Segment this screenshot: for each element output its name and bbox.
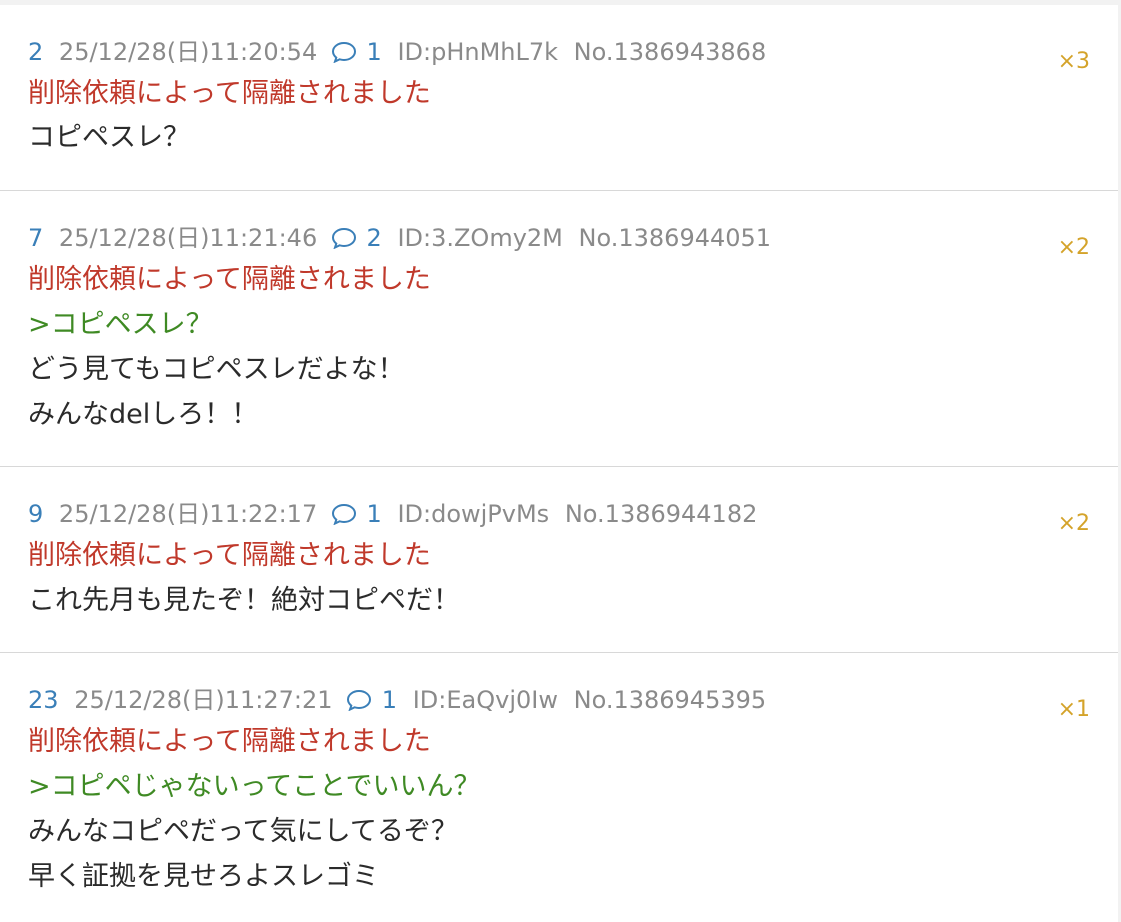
quote-count-badge[interactable]: ×1 [1058,695,1090,725]
quote-count-badge[interactable]: ×3 [1058,47,1090,77]
post-text-line: 早く証拠を見せろよスレゴミ [28,861,379,892]
post-number[interactable]: 23 [28,686,59,714]
reply-count[interactable]: 1 [367,500,382,528]
post-text-line: これ先月も見たぞ！絶対コピペだ！ [28,585,460,616]
post-number[interactable]: 7 [28,224,43,252]
post-2: 2 25/12/28(日)11:20:54 1 ID:pHnMhL7k No.1… [0,5,1118,191]
post-meta: 2 25/12/28(日)11:20:54 1 ID:pHnMhL7k No.1… [28,35,766,67]
deleted-notice: 削除依頼によって隔離されました [28,78,431,109]
post-date: 25/12/28(日)11:27:21 [74,686,333,714]
thread-list: 2 25/12/28(日)11:20:54 1 ID:pHnMhL7k No.1… [0,5,1118,922]
speech-bubble-icon[interactable] [331,227,357,249]
speech-bubble-icon[interactable] [331,503,357,525]
reply-count[interactable]: 1 [382,686,397,714]
poster-id[interactable]: ID:dowjPvMs [397,500,549,528]
post-text-line: コピペスレ？ [28,122,190,153]
speech-bubble-icon[interactable] [346,689,372,711]
post-date: 25/12/28(日)11:21:46 [58,224,318,252]
post-number[interactable]: 9 [28,500,43,528]
poster-id[interactable]: ID:3.ZOmy2M [397,224,562,252]
poster-id[interactable]: ID:pHnMhL7k [397,38,558,66]
post-text-line: みんなdelしろ！！ [28,399,259,430]
post-7: 7 25/12/28(日)11:21:46 2 ID:3.ZOmy2M No.1… [0,191,1118,467]
deleted-notice: 削除依頼によって隔離されました [28,726,431,757]
quote-count-badge[interactable]: ×2 [1058,509,1090,539]
reply-count[interactable]: 2 [367,224,382,252]
post-23: 23 25/12/28(日)11:27:21 1 ID:EaQvj0Iw No.… [0,653,1118,922]
post-date: 25/12/28(日)11:22:17 [58,500,318,528]
post-no[interactable]: No.1386943868 [574,38,767,66]
post-meta: 7 25/12/28(日)11:21:46 2 ID:3.ZOmy2M No.1… [28,221,771,253]
quote-count-badge[interactable]: ×2 [1058,233,1090,263]
post-text-line: みんなコピペだって気にしてるぞ？ [28,816,458,847]
post-meta: 23 25/12/28(日)11:27:21 1 ID:EaQvj0Iw No.… [28,683,766,715]
post-date: 25/12/28(日)11:20:54 [58,38,318,66]
post-9: 9 25/12/28(日)11:22:17 1 ID:dowjPvMs No.1… [0,467,1118,653]
deleted-notice: 削除依頼によって隔離されました [28,264,431,295]
reply-count[interactable]: 1 [367,38,382,66]
speech-bubble-icon[interactable] [331,41,357,63]
post-no[interactable]: No.1386944182 [565,500,758,528]
post-no[interactable]: No.1386944051 [579,224,772,252]
post-no[interactable]: No.1386945395 [574,686,767,714]
post-text-line: どう見てもコピペスレだよな！ [28,354,405,385]
post-meta: 9 25/12/28(日)11:22:17 1 ID:dowjPvMs No.1… [28,497,757,529]
post-number[interactable]: 2 [28,38,43,66]
poster-id[interactable]: ID:EaQvj0Iw [413,686,558,714]
quote-line: >コピペじゃないってことでいいん？ [28,771,481,802]
deleted-notice: 削除依頼によって隔離されました [28,540,431,571]
quote-line: >コピペスレ？ [28,309,213,340]
